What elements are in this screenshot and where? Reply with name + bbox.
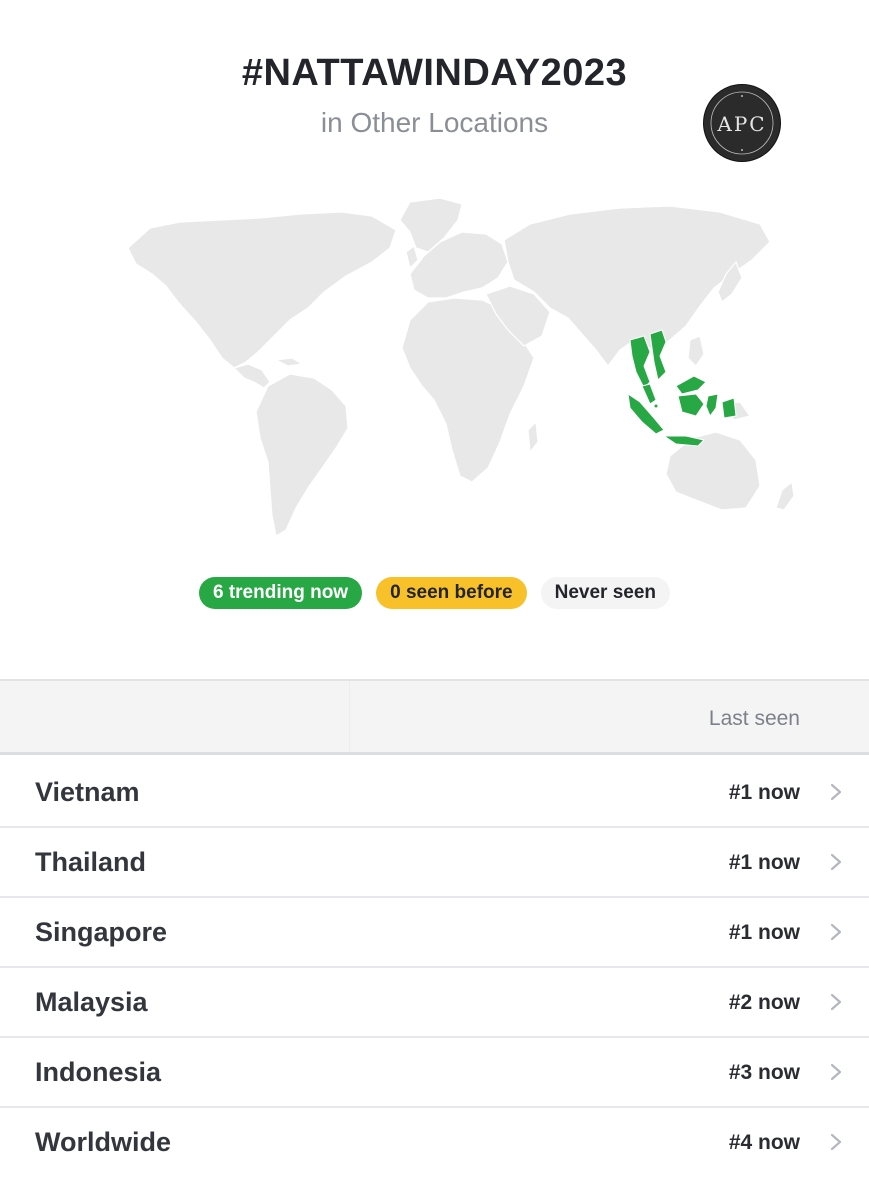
location-name: Vietnam: [35, 777, 140, 807]
location-row-malaysia[interactable]: Malaysia #2 now: [0, 968, 869, 1038]
indonesia-shape: [627, 392, 665, 435]
philippines-shape: [687, 335, 705, 367]
south-america-shape: [255, 373, 349, 537]
singapore-shape: [653, 403, 659, 409]
world-map: [110, 190, 830, 550]
chevron-right-icon: [830, 1133, 842, 1151]
chevron-right-icon: [830, 993, 842, 1011]
north-america-shape: [232, 363, 271, 389]
location-name: Malaysia: [35, 987, 148, 1017]
indonesia-shape: [705, 393, 719, 418]
uk-shape: [405, 244, 419, 270]
legend-seen-before-badge: 0 seen before: [376, 577, 527, 609]
location-name: Thailand: [35, 847, 147, 877]
location-rank: #1 now: [728, 851, 800, 874]
new-zealand-shape: [775, 480, 795, 511]
chevron-right-icon: [830, 923, 842, 941]
chevron-right-icon: [830, 783, 842, 801]
location-list: Vietnam #1 now Thailand #1 now Singapore…: [0, 758, 869, 1178]
malaysia-shape: [641, 383, 657, 405]
trend-locations-page: #NATTAWINDAY2023 in Other Locations APC: [0, 0, 869, 1200]
caribbean-shape: [273, 357, 304, 367]
watermark-logo: APC: [704, 85, 780, 161]
thailand-shape: [629, 335, 651, 389]
last-seen-column-header: Last seen: [708, 707, 800, 730]
world-map-graphic: [127, 197, 795, 537]
location-rank: #4 now: [728, 1131, 800, 1154]
location-row-singapore[interactable]: Singapore #1 now: [0, 898, 869, 968]
location-rank: #1 now: [728, 921, 800, 944]
location-row-worldwide[interactable]: Worldwide #4 now: [0, 1108, 869, 1178]
madagascar-shape: [527, 420, 539, 454]
legend-trending-badge: 6 trending now: [198, 577, 363, 609]
watermark-logo-graphic: APC: [710, 91, 774, 155]
watermark-text: APC: [716, 112, 766, 136]
table-header: Last seen: [0, 679, 869, 755]
indonesia-shape: [677, 393, 705, 417]
indonesia-shape: [721, 397, 737, 419]
location-row-vietnam[interactable]: Vietnam #1 now: [0, 758, 869, 828]
vietnam-shape: [649, 329, 667, 381]
header-divider: [349, 681, 350, 752]
location-name: Worldwide: [35, 1127, 172, 1157]
location-rank: #3 now: [728, 1061, 800, 1084]
location-name: Indonesia: [35, 1057, 162, 1087]
location-row-indonesia[interactable]: Indonesia #3 now: [0, 1038, 869, 1108]
location-rank: #2 now: [728, 991, 800, 1014]
location-row-thailand[interactable]: Thailand #1 now: [0, 828, 869, 898]
location-name: Singapore: [35, 917, 168, 947]
chevron-right-icon: [830, 853, 842, 871]
malaysia-shape: [675, 375, 707, 395]
chevron-right-icon: [830, 1063, 842, 1081]
legend-never-seen-badge: Never seen: [540, 577, 670, 609]
map-legend: 6 trending now 0 seen before Never seen: [0, 577, 869, 609]
north-america-shape: [127, 211, 397, 369]
location-rank: #1 now: [728, 781, 800, 804]
